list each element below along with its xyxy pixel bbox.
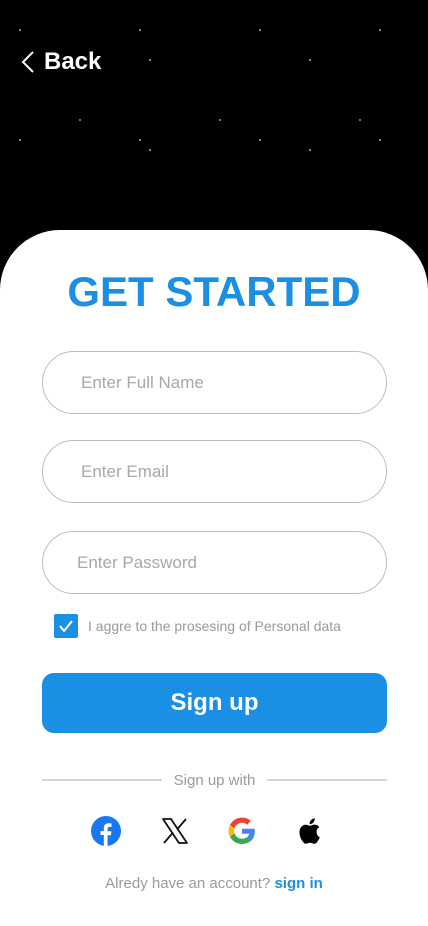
signup-with-divider: Sign up with	[42, 768, 387, 792]
signup-button[interactable]: Sign up	[42, 673, 387, 733]
google-button[interactable]	[227, 816, 257, 846]
chevron-left-icon	[21, 51, 34, 73]
full-name-field[interactable]	[42, 351, 387, 414]
back-button[interactable]: Back	[20, 48, 101, 76]
divider-line-right	[267, 779, 387, 781]
signin-prompt: Alredy have an account? sign in	[0, 875, 428, 892]
signup-card: GET STARTED I aggre to the prosesing of …	[0, 230, 428, 926]
password-input[interactable]	[75, 551, 386, 574]
google-icon	[228, 817, 255, 844]
signup-with-label: Sign up with	[173, 771, 256, 789]
divider-line-left	[42, 779, 162, 781]
facebook-icon	[91, 816, 121, 846]
signin-question: Alredy have an account?	[105, 875, 271, 892]
x-button[interactable]	[160, 816, 190, 846]
email-input[interactable]	[79, 460, 386, 483]
x-icon	[162, 818, 188, 844]
agree-checkbox[interactable]	[54, 614, 78, 638]
password-field[interactable]	[42, 531, 387, 594]
email-field[interactable]	[42, 440, 387, 503]
checkmark-icon	[59, 620, 73, 633]
agree-row[interactable]: I aggre to the prosesing of Personal dat…	[54, 614, 341, 638]
page-title: GET STARTED	[67, 268, 361, 315]
social-buttons	[0, 816, 428, 848]
facebook-button[interactable]	[91, 816, 121, 846]
agree-label: I aggre to the prosesing of Personal dat…	[88, 618, 341, 634]
apple-button[interactable]	[294, 816, 324, 846]
full-name-input[interactable]	[79, 371, 386, 394]
signin-link[interactable]: sign in	[274, 875, 322, 892]
back-label: Back	[44, 48, 102, 75]
apple-icon	[299, 818, 320, 844]
